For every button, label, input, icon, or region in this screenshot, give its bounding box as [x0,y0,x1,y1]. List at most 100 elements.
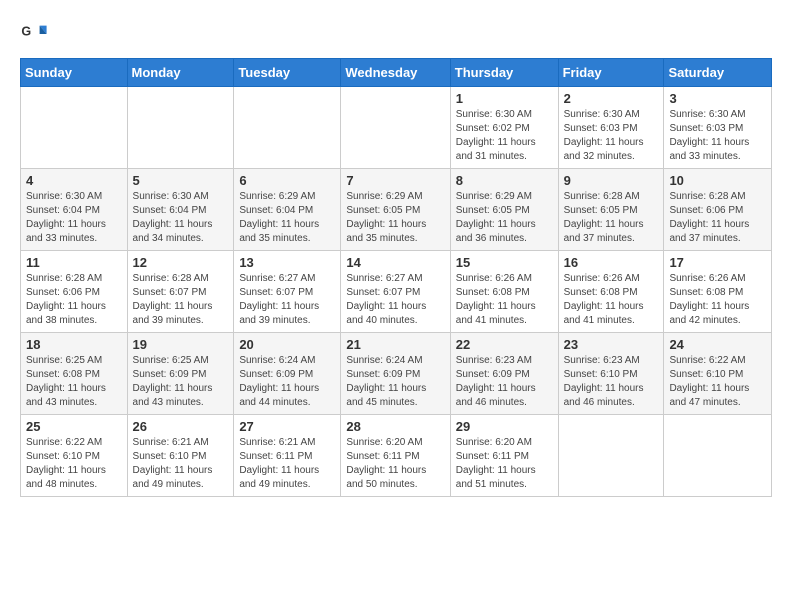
calendar-week-1: 1 Sunrise: 6:30 AM Sunset: 6:02 PM Daylig… [21,87,772,169]
day-info: Sunrise: 6:22 AM Sunset: 6:10 PM Dayligh… [669,354,766,410]
logo: G [20,20,52,48]
day-number: 1 [456,91,553,106]
calendar-cell: 7 Sunrise: 6:29 AM Sunset: 6:05 PM Daylig… [341,169,450,251]
day-number: 15 [456,255,553,270]
day-info: Sunrise: 6:23 AM Sunset: 6:10 PM Dayligh… [564,354,659,410]
day-info: Sunrise: 6:30 AM Sunset: 6:02 PM Dayligh… [456,108,553,164]
day-info: Sunrise: 6:21 AM Sunset: 6:11 PM Dayligh… [239,436,335,492]
day-number: 8 [456,173,553,188]
weekday-header-sunday: Sunday [21,59,128,87]
day-number: 19 [133,337,229,352]
day-number: 28 [346,419,444,434]
calendar-cell: 17 Sunrise: 6:26 AM Sunset: 6:08 PM Dayli… [664,251,772,333]
calendar-cell [664,415,772,497]
day-number: 5 [133,173,229,188]
calendar-cell: 16Sunrise: 6:26 AM Sunset: 6:08 PM Dayli… [558,251,664,333]
day-number: 6 [239,173,335,188]
calendar-week-4: 18Sunrise: 6:25 AM Sunset: 6:08 PM Dayli… [21,333,772,415]
calendar-cell: 14 Sunrise: 6:27 AM Sunset: 6:07 PM Dayli… [341,251,450,333]
day-info: Sunrise: 6:20 AM Sunset: 6:11 PM Dayligh… [456,436,553,492]
day-info: Sunrise: 6:28 AM Sunset: 6:06 PM Dayligh… [26,272,122,328]
day-info: Sunrise: 6:29 AM Sunset: 6:05 PM Dayligh… [456,190,553,246]
day-number: 7 [346,173,444,188]
calendar-cell [21,87,128,169]
calendar-cell: 1 Sunrise: 6:30 AM Sunset: 6:02 PM Daylig… [450,87,558,169]
calendar-cell: 23Sunrise: 6:23 AM Sunset: 6:10 PM Dayli… [558,333,664,415]
page-header: G [20,20,772,48]
day-number: 13 [239,255,335,270]
day-number: 20 [239,337,335,352]
calendar-cell: 8 Sunrise: 6:29 AM Sunset: 6:05 PM Daylig… [450,169,558,251]
calendar-cell: 10 Sunrise: 6:28 AM Sunset: 6:06 PM Dayli… [664,169,772,251]
day-number: 26 [133,419,229,434]
day-number: 12 [133,255,229,270]
day-info: Sunrise: 6:28 AM Sunset: 6:05 PM Dayligh… [564,190,659,246]
weekday-header-thursday: Thursday [450,59,558,87]
weekday-header-tuesday: Tuesday [234,59,341,87]
day-info: Sunrise: 6:30 AM Sunset: 6:03 PM Dayligh… [669,108,766,164]
weekday-header-saturday: Saturday [664,59,772,87]
calendar-cell: 27 Sunrise: 6:21 AM Sunset: 6:11 PM Dayli… [234,415,341,497]
calendar-cell: 24 Sunrise: 6:22 AM Sunset: 6:10 PM Dayli… [664,333,772,415]
calendar-cell: 29 Sunrise: 6:20 AM Sunset: 6:11 PM Dayli… [450,415,558,497]
logo-icon: G [20,20,48,48]
day-info: Sunrise: 6:23 AM Sunset: 6:09 PM Dayligh… [456,354,553,410]
day-number: 3 [669,91,766,106]
day-info: Sunrise: 6:29 AM Sunset: 6:05 PM Dayligh… [346,190,444,246]
calendar-cell [341,87,450,169]
calendar-cell: 18Sunrise: 6:25 AM Sunset: 6:08 PM Dayli… [21,333,128,415]
calendar-cell: 21 Sunrise: 6:24 AM Sunset: 6:09 PM Dayli… [341,333,450,415]
calendar-cell [558,415,664,497]
calendar-cell: 28Sunrise: 6:20 AM Sunset: 6:11 PM Dayli… [341,415,450,497]
day-number: 22 [456,337,553,352]
weekday-header-monday: Monday [127,59,234,87]
day-number: 10 [669,173,766,188]
day-info: Sunrise: 6:24 AM Sunset: 6:09 PM Dayligh… [346,354,444,410]
weekday-header-row: SundayMondayTuesdayWednesdayThursdayFrid… [21,59,772,87]
day-info: Sunrise: 6:22 AM Sunset: 6:10 PM Dayligh… [26,436,122,492]
day-number: 11 [26,255,122,270]
day-info: Sunrise: 6:24 AM Sunset: 6:09 PM Dayligh… [239,354,335,410]
weekday-header-friday: Friday [558,59,664,87]
day-number: 29 [456,419,553,434]
calendar-week-2: 4 Sunrise: 6:30 AM Sunset: 6:04 PM Daylig… [21,169,772,251]
calendar-cell: 9 Sunrise: 6:28 AM Sunset: 6:05 PM Daylig… [558,169,664,251]
calendar-cell: 11 Sunrise: 6:28 AM Sunset: 6:06 PM Dayli… [21,251,128,333]
day-info: Sunrise: 6:30 AM Sunset: 6:03 PM Dayligh… [564,108,659,164]
day-info: Sunrise: 6:28 AM Sunset: 6:06 PM Dayligh… [669,190,766,246]
day-info: Sunrise: 6:25 AM Sunset: 6:09 PM Dayligh… [133,354,229,410]
day-number: 14 [346,255,444,270]
day-info: Sunrise: 6:26 AM Sunset: 6:08 PM Dayligh… [456,272,553,328]
day-number: 27 [239,419,335,434]
day-number: 21 [346,337,444,352]
calendar-cell: 19 Sunrise: 6:25 AM Sunset: 6:09 PM Dayli… [127,333,234,415]
day-info: Sunrise: 6:30 AM Sunset: 6:04 PM Dayligh… [26,190,122,246]
day-number: 4 [26,173,122,188]
svg-text:G: G [21,24,31,38]
calendar-cell: 12Sunrise: 6:28 AM Sunset: 6:07 PM Dayli… [127,251,234,333]
calendar-cell: 26Sunrise: 6:21 AM Sunset: 6:10 PM Dayli… [127,415,234,497]
day-info: Sunrise: 6:27 AM Sunset: 6:07 PM Dayligh… [239,272,335,328]
calendar-table: SundayMondayTuesdayWednesdayThursdayFrid… [20,58,772,497]
calendar-cell: 22 Sunrise: 6:23 AM Sunset: 6:09 PM Dayli… [450,333,558,415]
calendar-cell [234,87,341,169]
day-number: 25 [26,419,122,434]
calendar-cell: 5 Sunrise: 6:30 AM Sunset: 6:04 PM Daylig… [127,169,234,251]
day-number: 9 [564,173,659,188]
day-number: 2 [564,91,659,106]
calendar-cell: 4 Sunrise: 6:30 AM Sunset: 6:04 PM Daylig… [21,169,128,251]
day-number: 16 [564,255,659,270]
day-info: Sunrise: 6:29 AM Sunset: 6:04 PM Dayligh… [239,190,335,246]
day-info: Sunrise: 6:27 AM Sunset: 6:07 PM Dayligh… [346,272,444,328]
calendar-cell: 2 Sunrise: 6:30 AM Sunset: 6:03 PM Daylig… [558,87,664,169]
calendar-cell: 3 Sunrise: 6:30 AM Sunset: 6:03 PM Daylig… [664,87,772,169]
calendar-week-3: 11 Sunrise: 6:28 AM Sunset: 6:06 PM Dayli… [21,251,772,333]
calendar-week-5: 25 Sunrise: 6:22 AM Sunset: 6:10 PM Dayli… [21,415,772,497]
day-number: 18 [26,337,122,352]
day-info: Sunrise: 6:26 AM Sunset: 6:08 PM Dayligh… [669,272,766,328]
day-number: 17 [669,255,766,270]
calendar-cell: 20 Sunrise: 6:24 AM Sunset: 6:09 PM Dayli… [234,333,341,415]
day-number: 24 [669,337,766,352]
calendar-cell [127,87,234,169]
day-info: Sunrise: 6:30 AM Sunset: 6:04 PM Dayligh… [133,190,229,246]
